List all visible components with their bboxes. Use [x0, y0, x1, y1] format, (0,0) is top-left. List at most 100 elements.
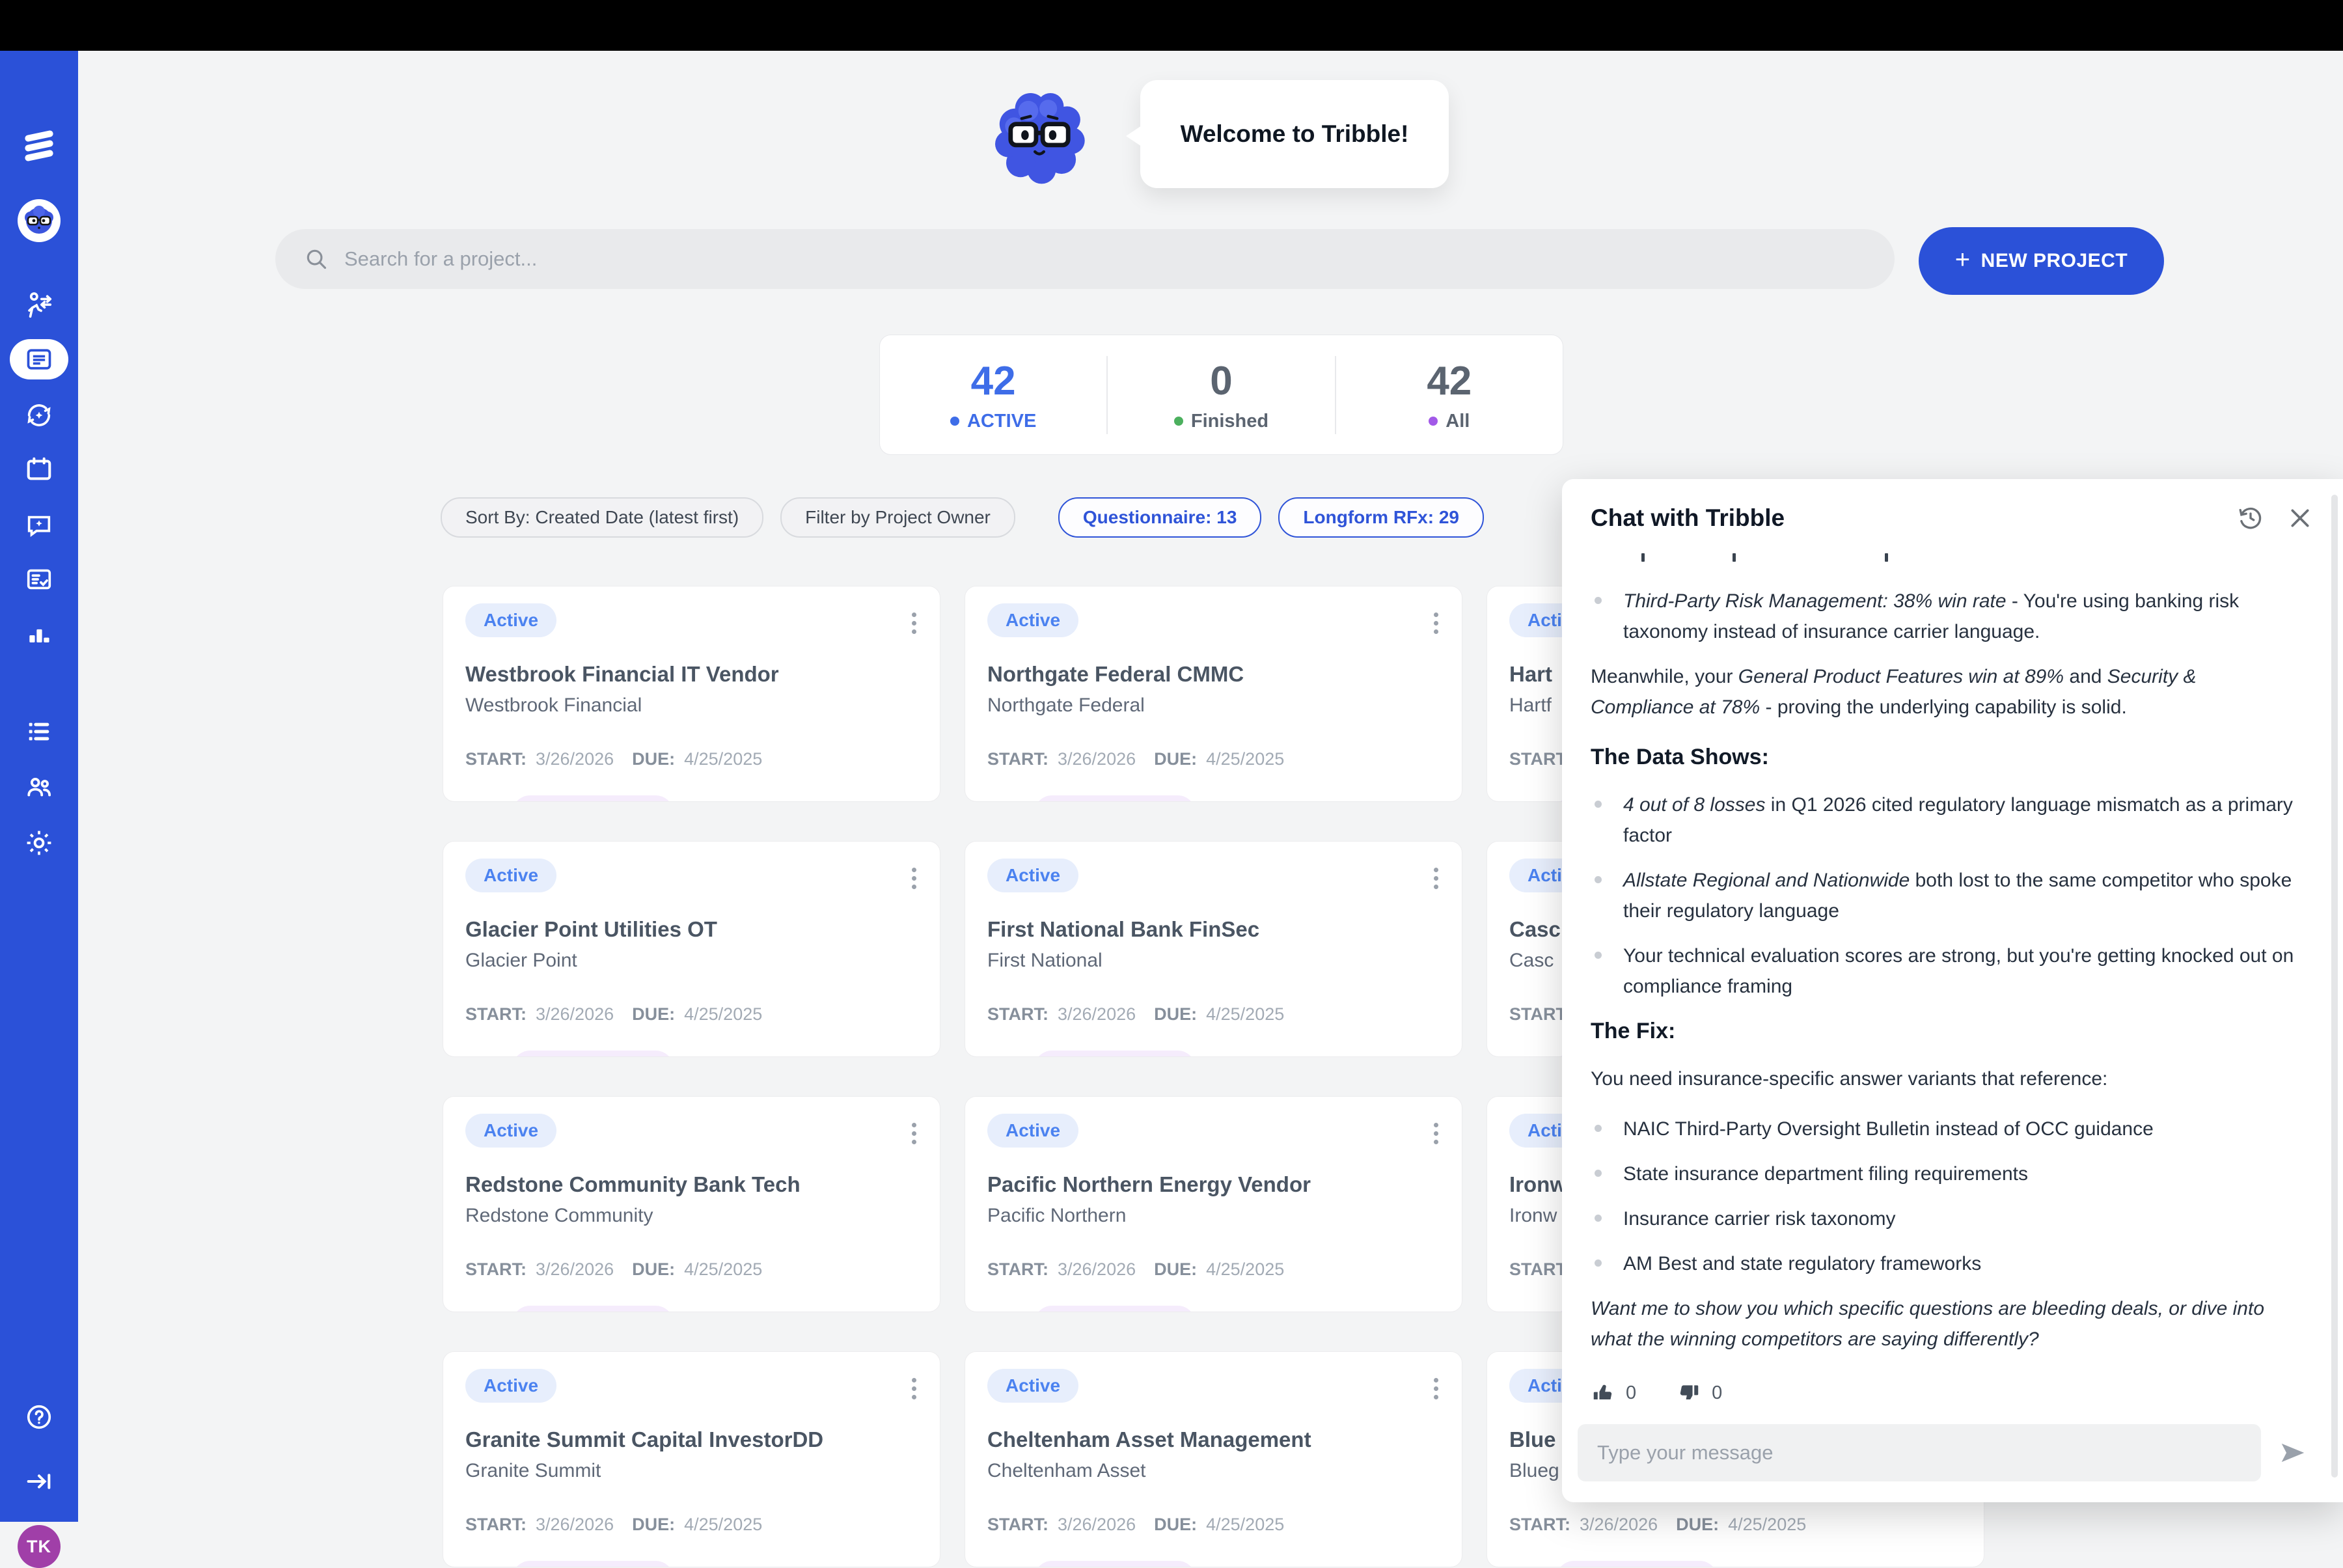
- kebab-menu-icon[interactable]: [1430, 1119, 1442, 1148]
- project-title: Pacific Northern Energy Vendor: [987, 1172, 1440, 1197]
- welcome-bubble: Welcome to Tribble!: [1140, 80, 1449, 188]
- kebab-menu-icon[interactable]: [908, 1119, 920, 1148]
- sidebar-item-survey[interactable]: [0, 564, 78, 594]
- stat-label-text: All: [1446, 411, 1470, 432]
- status-badge: Active: [987, 859, 1078, 892]
- filter-chip[interactable]: Longform RFx: 29: [1278, 497, 1484, 538]
- thumbs-down-icon: [1677, 1381, 1701, 1400]
- filter-chip[interactable]: Filter by Project Owner: [780, 497, 1015, 538]
- project-dates: START:3/26/2026DUE:4/25/2025: [1509, 1515, 1962, 1535]
- mascot-avatar-icon: [18, 199, 61, 242]
- status-badge: Active: [465, 1114, 556, 1148]
- thumbs-up-button[interactable]: 0: [1591, 1378, 1636, 1399]
- project-title: Cheltenham Asset Management: [987, 1427, 1440, 1452]
- project-card-footer: In Review • 0%: [987, 1561, 1440, 1567]
- history-icon: [2236, 504, 2265, 532]
- sidebar-item-users[interactable]: [0, 772, 78, 802]
- kebab-menu-icon[interactable]: [1430, 609, 1442, 638]
- tribble-logo[interactable]: [0, 129, 78, 163]
- project-dates: START:3/26/2026DUE:4/25/2025: [987, 1515, 1440, 1535]
- chat-bullet: AM Best and state regulatory frameworks: [1591, 1248, 2304, 1279]
- due-value: 4/25/2025: [684, 1515, 762, 1535]
- project-subtitle: Cheltenham Asset: [987, 1460, 1440, 1482]
- review-badge: In Review • 0%: [512, 1306, 674, 1312]
- project-card-footer: In Review • 0%: [987, 1306, 1440, 1312]
- stat-label: All: [1429, 411, 1470, 432]
- sidebar-item-projects-active[interactable]: [0, 339, 78, 379]
- new-project-label: NEW PROJECT: [1981, 250, 2128, 272]
- project-card[interactable]: ActiveWestbrook Financial IT VendorWestb…: [443, 586, 940, 802]
- due-value: 4/25/2025: [684, 1004, 762, 1025]
- chat-message-input[interactable]: [1578, 1424, 2261, 1481]
- sidebar-item-analytics[interactable]: [0, 621, 78, 650]
- review-badge: In Review • 0%: [1034, 1306, 1196, 1312]
- user-avatar[interactable]: TK: [0, 1525, 78, 1568]
- project-card-footer: In Review • 0%: [465, 795, 918, 802]
- help-icon: [24, 1402, 54, 1432]
- kebab-menu-icon[interactable]: [1430, 1374, 1442, 1403]
- stat-active[interactable]: 42ACTIVE: [880, 358, 1106, 432]
- start-value: 3/26/2026: [1058, 1259, 1136, 1280]
- kebab-menu-icon[interactable]: [1430, 864, 1442, 893]
- thumbs-down-button[interactable]: 0: [1677, 1378, 1722, 1399]
- tribble-mascot: [984, 82, 1095, 193]
- review-badge: In Review • 0%: [1034, 1051, 1196, 1057]
- close-chat-button[interactable]: [2287, 505, 2313, 531]
- project-card[interactable]: ActiveRedstone Community Bank TechRedsto…: [443, 1096, 940, 1312]
- project-subtitle: Westbrook Financial: [465, 695, 918, 717]
- history-button[interactable]: [2236, 504, 2265, 532]
- stat-finished[interactable]: 0Finished: [1108, 358, 1334, 432]
- chat-scrollbar[interactable]: [2331, 495, 2338, 1478]
- due-label: DUE:: [632, 1259, 675, 1280]
- project-card[interactable]: ActiveNorthgate Federal CMMCNorthgate Fe…: [965, 586, 1462, 802]
- sidebar-item-sync[interactable]: [0, 400, 78, 430]
- status-badge: Active: [465, 603, 556, 637]
- start-value: 3/26/2026: [1058, 749, 1136, 769]
- project-card-footer: In Review • 0%: [987, 795, 1440, 802]
- kebab-menu-icon[interactable]: [908, 609, 920, 638]
- sidebar-item-handoff[interactable]: [0, 290, 78, 320]
- project-card[interactable]: ActiveGranite Summit Capital InvestorDDG…: [443, 1351, 940, 1567]
- top-black-bar: [0, 0, 2343, 51]
- chat-heading: The Data Shows:: [1591, 742, 2304, 773]
- sidebar-item-help[interactable]: [0, 1402, 78, 1432]
- sidebar-mascot-avatar[interactable]: [0, 199, 78, 242]
- sidebar: TK: [0, 51, 78, 1522]
- sidebar-item-settings[interactable]: [0, 827, 78, 859]
- sidebar-item-chat[interactable]: [0, 510, 78, 540]
- project-card[interactable]: ActivePacific Northern Energy VendorPaci…: [965, 1096, 1462, 1312]
- chat-sparkle-icon: [24, 510, 54, 540]
- due-value: 4/25/2025: [1206, 1259, 1284, 1280]
- project-title: Glacier Point Utilities OT: [465, 917, 918, 942]
- start-value: 3/26/2026: [1580, 1515, 1658, 1535]
- send-button[interactable]: [2278, 1438, 2308, 1468]
- project-title: First National Bank FinSec: [987, 917, 1440, 942]
- project-card[interactable]: ActiveGlacier Point Utilities OTGlacier …: [443, 841, 940, 1057]
- project-card-footer: In Review • 0%: [465, 1561, 918, 1567]
- kebab-menu-icon[interactable]: [908, 864, 920, 893]
- project-card[interactable]: ActiveCheltenham Asset ManagementChelten…: [965, 1351, 1462, 1567]
- sidebar-item-calendar[interactable]: [0, 454, 78, 484]
- new-project-button[interactable]: + NEW PROJECT: [1919, 227, 2164, 295]
- active-pill: [10, 339, 68, 379]
- start-label: START:: [987, 749, 1048, 769]
- filter-chip[interactable]: Questionnaire: 13: [1058, 497, 1262, 538]
- sidebar-item-logout[interactable]: [0, 1466, 78, 1496]
- review-badge: In Review • 0%: [512, 795, 674, 802]
- bullet-text: Insurance carrier risk taxonomy: [1623, 1208, 1895, 1230]
- kebab-menu-icon[interactable]: [908, 1374, 920, 1403]
- due-label: DUE:: [632, 1515, 675, 1535]
- status-badge: Active: [465, 1369, 556, 1403]
- review-badge: In Review • 0%: [1034, 1561, 1196, 1567]
- bullet-dot-icon: [1595, 801, 1602, 808]
- chat-paragraph: You need insurance-specific answer varia…: [1591, 1064, 2304, 1094]
- sidebar-item-queue[interactable]: [0, 717, 78, 747]
- start-label: START:: [1509, 1515, 1570, 1535]
- project-dates: START:3/26/2026DUE:4/25/2025: [465, 1004, 918, 1025]
- project-stats-card: 42ACTIVE0Finished42All: [879, 335, 1563, 455]
- project-card[interactable]: ActiveFirst National Bank FinSecFirst Na…: [965, 841, 1462, 1057]
- search-input[interactable]: [343, 247, 1895, 271]
- stat-all[interactable]: 42All: [1336, 358, 1563, 432]
- project-dates: START:3/26/2026DUE:4/25/2025: [465, 749, 918, 769]
- filter-chip[interactable]: Sort By: Created Date (latest first): [441, 497, 763, 538]
